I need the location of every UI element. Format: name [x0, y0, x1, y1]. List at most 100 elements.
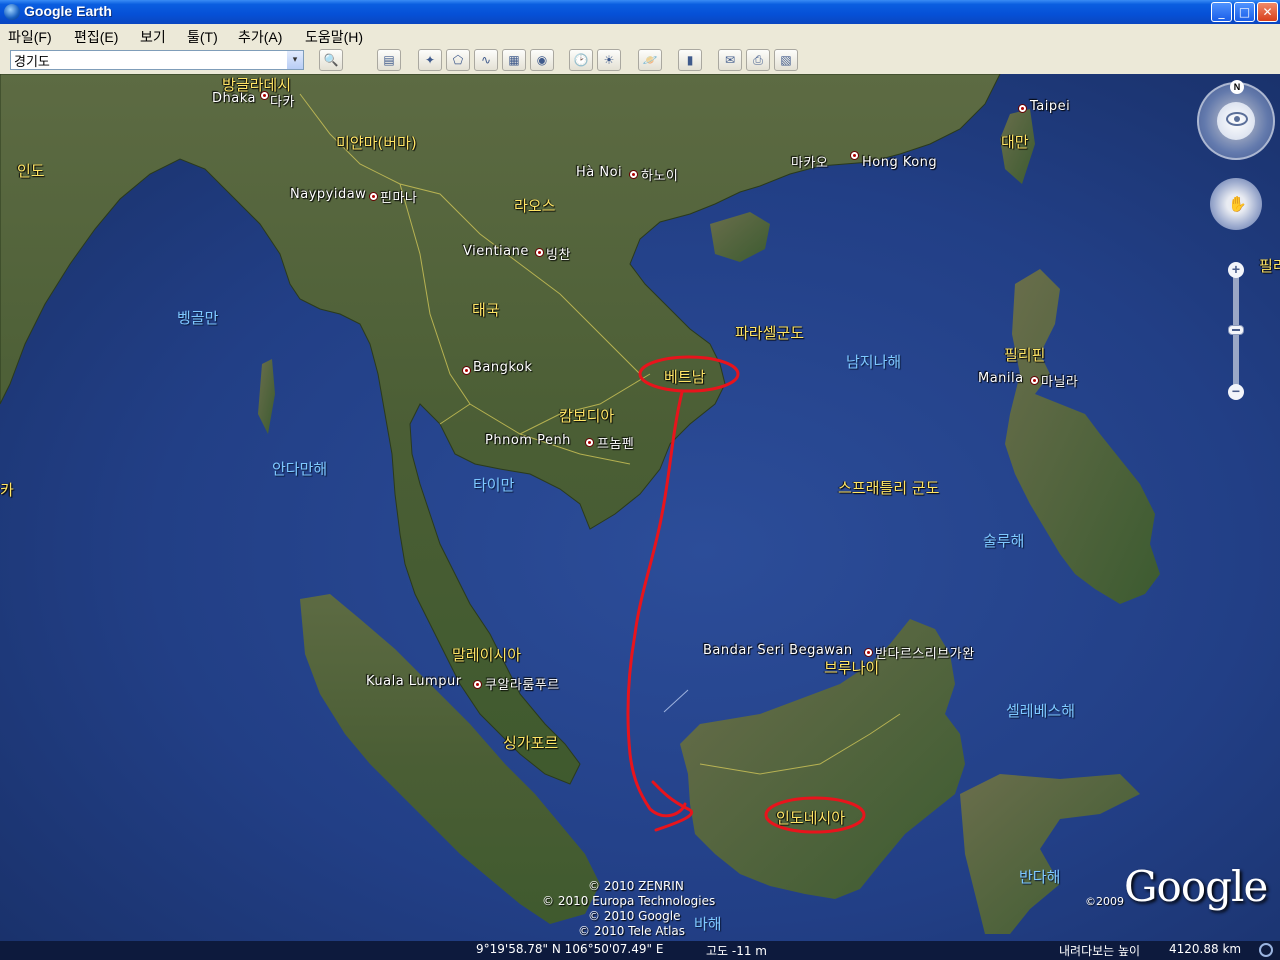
- ruler-icon: ▮: [686, 53, 694, 67]
- philippines-edge-label: 필리: [1259, 257, 1280, 275]
- print-button[interactable]: ⎙: [746, 49, 770, 71]
- zoom-slider-thumb[interactable]: [1228, 325, 1244, 335]
- status-bar: 9°19'58.78" N 106°50'07.49" E 고도 -11 m 내…: [0, 941, 1280, 960]
- singapore-label: 싱가포르: [503, 734, 559, 752]
- laos-label: 라오스: [514, 197, 556, 215]
- menu-bar: 파일(F) 편집(E) 보기 툴(T) 추가(A) 도움말(H): [0, 24, 1280, 46]
- print-icon: ⎙: [753, 53, 763, 67]
- add-polygon-button[interactable]: ⬠: [446, 49, 470, 71]
- vientiane-label: Vientiane: [463, 244, 529, 259]
- add-path-button[interactable]: ∿: [474, 49, 498, 71]
- paracel-islands-label: 파라셀군도: [735, 324, 805, 342]
- elevation-readout: 고도 -11 m: [706, 944, 767, 958]
- spratly-islands-label: 스프래틀리 군도: [838, 479, 940, 497]
- menu-view[interactable]: 보기: [140, 27, 166, 47]
- java-sea-label: 바해: [694, 915, 722, 933]
- sidebar-icon: ▤: [383, 53, 395, 67]
- email-button[interactable]: ✉: [718, 49, 742, 71]
- menu-file[interactable]: 파일(F): [8, 27, 52, 47]
- map-terrain: [0, 74, 1160, 934]
- copyright-google: © 2010 Google: [588, 909, 681, 923]
- record-tour-button[interactable]: ◉: [530, 49, 554, 71]
- search-icon: 🔍: [323, 53, 339, 67]
- zoom-out-button[interactable]: −: [1228, 384, 1244, 400]
- manila-marker[interactable]: [1030, 376, 1039, 385]
- copyright-zenrin: © 2010 ZENRIN: [588, 879, 684, 893]
- menu-tools[interactable]: 툴(T): [187, 27, 218, 47]
- hanoi-marker[interactable]: [629, 170, 638, 179]
- search-combobox[interactable]: ▾: [10, 50, 304, 70]
- sunlight-icon: ☀: [603, 53, 615, 67]
- hanoi-label: Hà Noi: [576, 165, 623, 180]
- vientiane-marker[interactable]: [535, 248, 544, 257]
- maximize-button[interactable]: □: [1234, 2, 1255, 22]
- naypyidaw-marker[interactable]: [369, 192, 378, 201]
- sidebar-button[interactable]: ▤: [377, 49, 401, 71]
- hand-icon: ✋: [1228, 195, 1247, 213]
- phnompenh-marker[interactable]: [585, 438, 594, 447]
- india-label: 인도: [17, 162, 45, 180]
- bangkok-label: Bangkok: [473, 360, 533, 375]
- title-bar: Google Earth _ □ ✕: [0, 0, 1280, 24]
- hanoi-ko-label: 하노이: [641, 169, 679, 184]
- hongkong-label: Hong Kong: [862, 155, 938, 170]
- minimize-button[interactable]: _: [1211, 2, 1232, 22]
- naypyidaw-label: Naypyidaw: [290, 187, 367, 202]
- hongkong-marker[interactable]: [850, 151, 859, 160]
- window-title: Google Earth: [24, 3, 112, 19]
- bandar-marker[interactable]: [864, 648, 873, 657]
- manila-label: Manila: [978, 371, 1024, 386]
- copyright-europa: © 2010 Europa Technologies: [542, 894, 716, 908]
- taiwan-label: 대만: [1001, 133, 1029, 151]
- search-input[interactable]: [14, 52, 284, 68]
- kualalumpur-label: Kuala Lumpur: [366, 674, 462, 689]
- view-in-maps-icon: ▧: [780, 53, 792, 67]
- eye-altitude-value: 4120.88 km: [1169, 942, 1242, 956]
- indonesia-label: 인도네시아: [776, 809, 846, 827]
- email-icon: ✉: [724, 53, 736, 67]
- toolbar: ▾ 🔍 ▤ ✦ ⬠ ∿ ▦ ◉ 🕑 ☀ 🪐 ▮ ✉ ⎙ ▧: [0, 46, 1280, 75]
- banda-sea-label: 반다해: [1019, 868, 1061, 886]
- bangkok-marker[interactable]: [462, 366, 471, 375]
- search-button[interactable]: 🔍: [319, 49, 343, 71]
- kualalumpur-ko-label: 쿠알라룸푸르: [485, 678, 560, 693]
- macau-ko-label: 마카오: [791, 156, 829, 171]
- taipei-marker[interactable]: [1018, 104, 1027, 113]
- placemark-icon: ✦: [424, 53, 436, 67]
- andaman-islands: [258, 359, 275, 434]
- eye-altitude-label: 내려다보는 높이: [1059, 944, 1141, 958]
- planets-button[interactable]: 🪐: [638, 49, 662, 71]
- phnompenh-ko-label: 프놈펜: [597, 437, 635, 452]
- view-in-maps-button[interactable]: ▧: [774, 49, 798, 71]
- earth-map-view[interactable]: Dhaka 다카 Naypyidaw 핀마나 Hà Noi 하노이 Vienti…: [0, 74, 1280, 941]
- north-indicator[interactable]: N: [1230, 80, 1244, 94]
- polygon-icon: ⬠: [452, 53, 464, 67]
- add-placemark-button[interactable]: ✦: [418, 49, 442, 71]
- scan-line: [663, 689, 689, 713]
- menu-help[interactable]: 도움말(H): [305, 27, 363, 47]
- sunlight-button[interactable]: ☀: [597, 49, 621, 71]
- menu-edit[interactable]: 편집(E): [74, 27, 118, 47]
- add-image-overlay-button[interactable]: ▦: [502, 49, 526, 71]
- tour-icon: ◉: [536, 53, 548, 67]
- zoom-in-button[interactable]: +: [1228, 262, 1244, 278]
- close-button[interactable]: ✕: [1257, 2, 1278, 22]
- kualalumpur-marker[interactable]: [473, 680, 482, 689]
- chevron-down-icon[interactable]: ▾: [287, 51, 303, 69]
- bay-of-bengal-label: 벵골만: [177, 309, 219, 327]
- manila-ko-label: 마닐라: [1041, 375, 1079, 390]
- malaysia-label: 말레이시아: [452, 646, 522, 664]
- streaming-status-icon: [1259, 943, 1273, 957]
- thailand-label: 태국: [472, 301, 500, 319]
- bandar-ko-label: 반다르스리브가완: [875, 647, 975, 662]
- ruler-button[interactable]: ▮: [678, 49, 702, 71]
- celebes-sea-label: 셀레베스해: [1006, 702, 1076, 720]
- cambodia-label: 캄보디아: [559, 407, 615, 425]
- overlay-icon: ▦: [508, 53, 520, 67]
- menu-add[interactable]: 추가(A): [238, 27, 282, 47]
- phnompenh-label: Phnom Penh: [485, 433, 571, 448]
- historical-imagery-button[interactable]: 🕑: [569, 49, 593, 71]
- planets-icon: 🪐: [642, 53, 658, 67]
- naypyidaw-ko-label: 핀마나: [380, 191, 418, 206]
- gulf-of-thailand-label: 타이만: [473, 476, 515, 494]
